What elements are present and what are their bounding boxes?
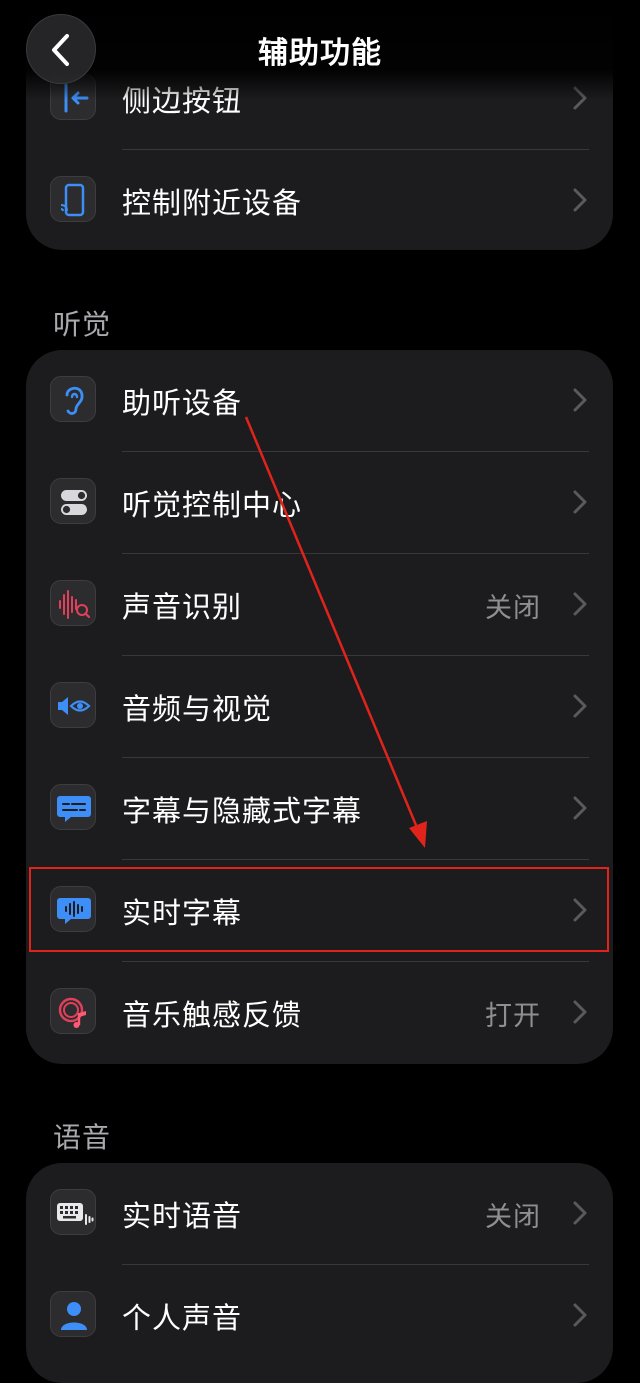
annotation-arrow [244, 416, 427, 848]
page-title: 辅助功能 [258, 36, 382, 71]
navigation-bar: 辅助功能 [0, 0, 640, 100]
